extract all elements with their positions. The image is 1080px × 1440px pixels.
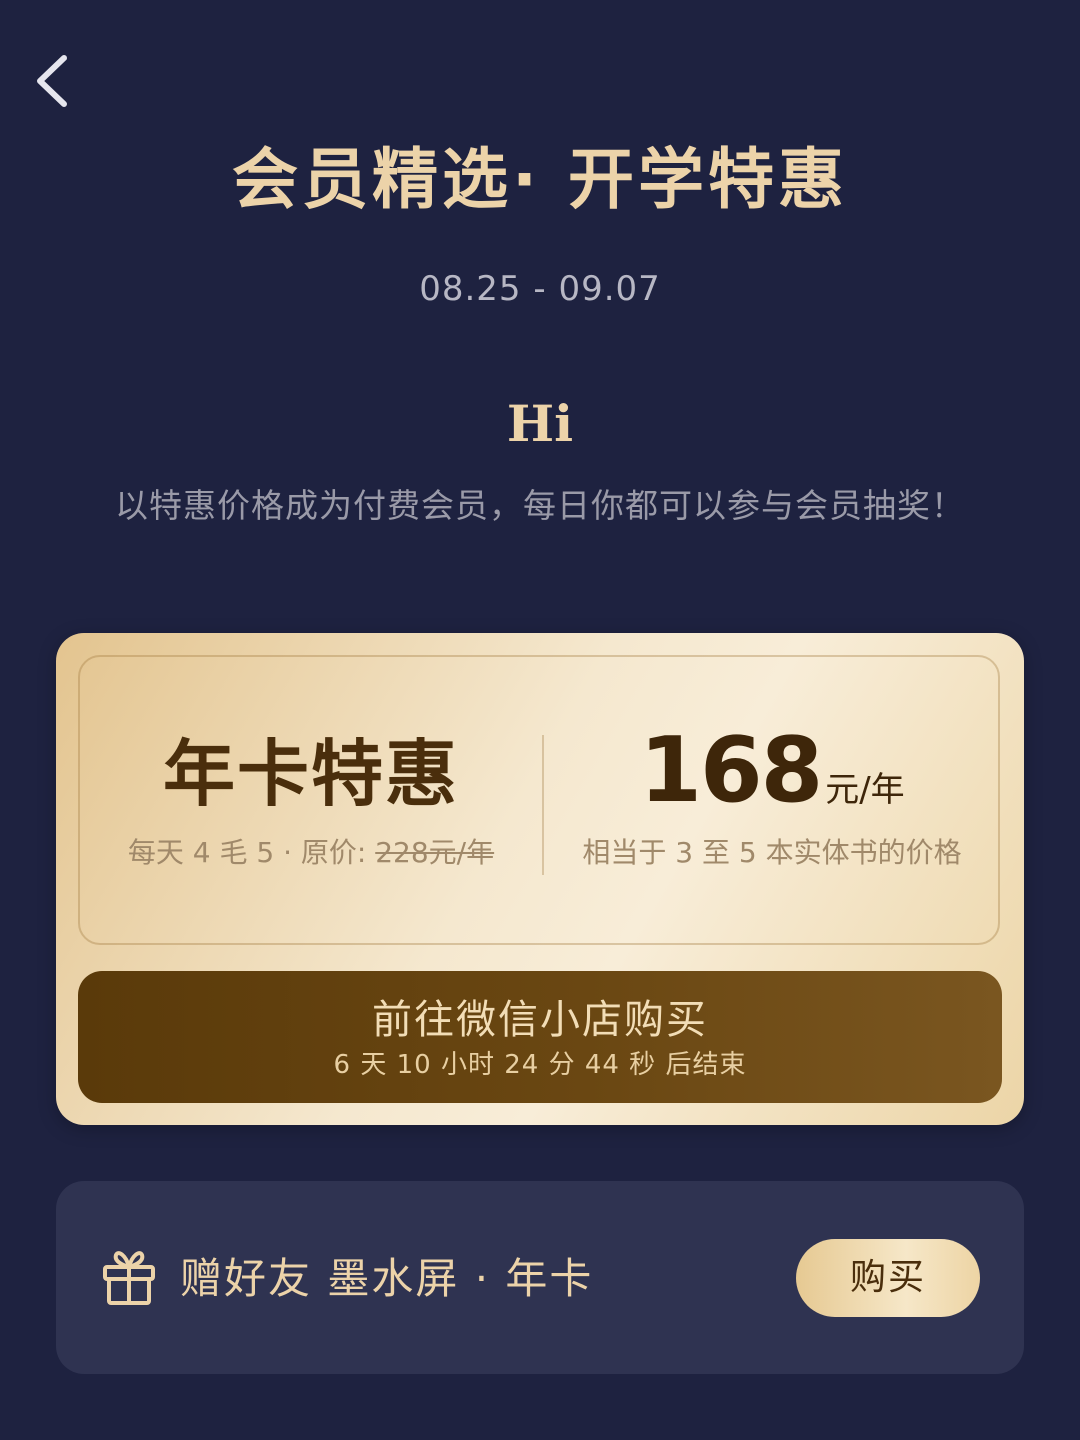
back-button[interactable] — [28, 48, 88, 114]
countdown-timer: 6 天 10 小时 24 分 44 秒 后结束 — [333, 1050, 747, 1080]
gift-icon — [103, 1251, 155, 1305]
gift-friend-panel: 赠好友 墨水屏 · 年卡 购买 — [56, 1181, 1024, 1374]
page-title: 会员精选· 开学特惠 — [231, 141, 849, 218]
greeting: Hi — [506, 394, 574, 453]
promo-info-panel: 年卡特惠 每天 4 毛 5 · 原价: 228元/年 168 元/年 相当于 3 … — [78, 655, 1000, 945]
intro-subtitle: 以特惠价格成为付费会员，每日你都可以参与会员抽奖！ — [115, 486, 965, 525]
buy-button-label: 前往微信小店购买 — [372, 997, 708, 1043]
wechat-shop-buy-button[interactable]: 前往微信小店购买 6 天 10 小时 24 分 44 秒 后结束 — [78, 971, 1002, 1103]
gift-buy-button[interactable]: 购买 — [796, 1239, 980, 1317]
chevron-left-icon — [37, 55, 67, 107]
price-note: 相当于 3 至 5 本实体书的价格 — [582, 836, 962, 869]
card-name: 年卡特惠 — [162, 732, 459, 816]
price-amount: 168 — [639, 718, 823, 823]
gift-label: 赠好友 墨水屏 · 年卡 — [180, 1254, 594, 1303]
price-unit: 元/年 — [825, 770, 905, 810]
price: 168 元/年 — [544, 717, 1000, 825]
original-price: 228元/年 — [375, 836, 495, 869]
card-note-prefix: 每天 4 毛 5 · 原价: — [127, 836, 376, 869]
annual-card-promo: 年卡特惠 每天 4 毛 5 · 原价: 228元/年 168 元/年 相当于 3 … — [56, 633, 1024, 1125]
card-note: 每天 4 毛 5 · 原价: 228元/年 — [80, 833, 542, 873]
promo-date-range: 08.25 - 09.07 — [419, 269, 661, 309]
